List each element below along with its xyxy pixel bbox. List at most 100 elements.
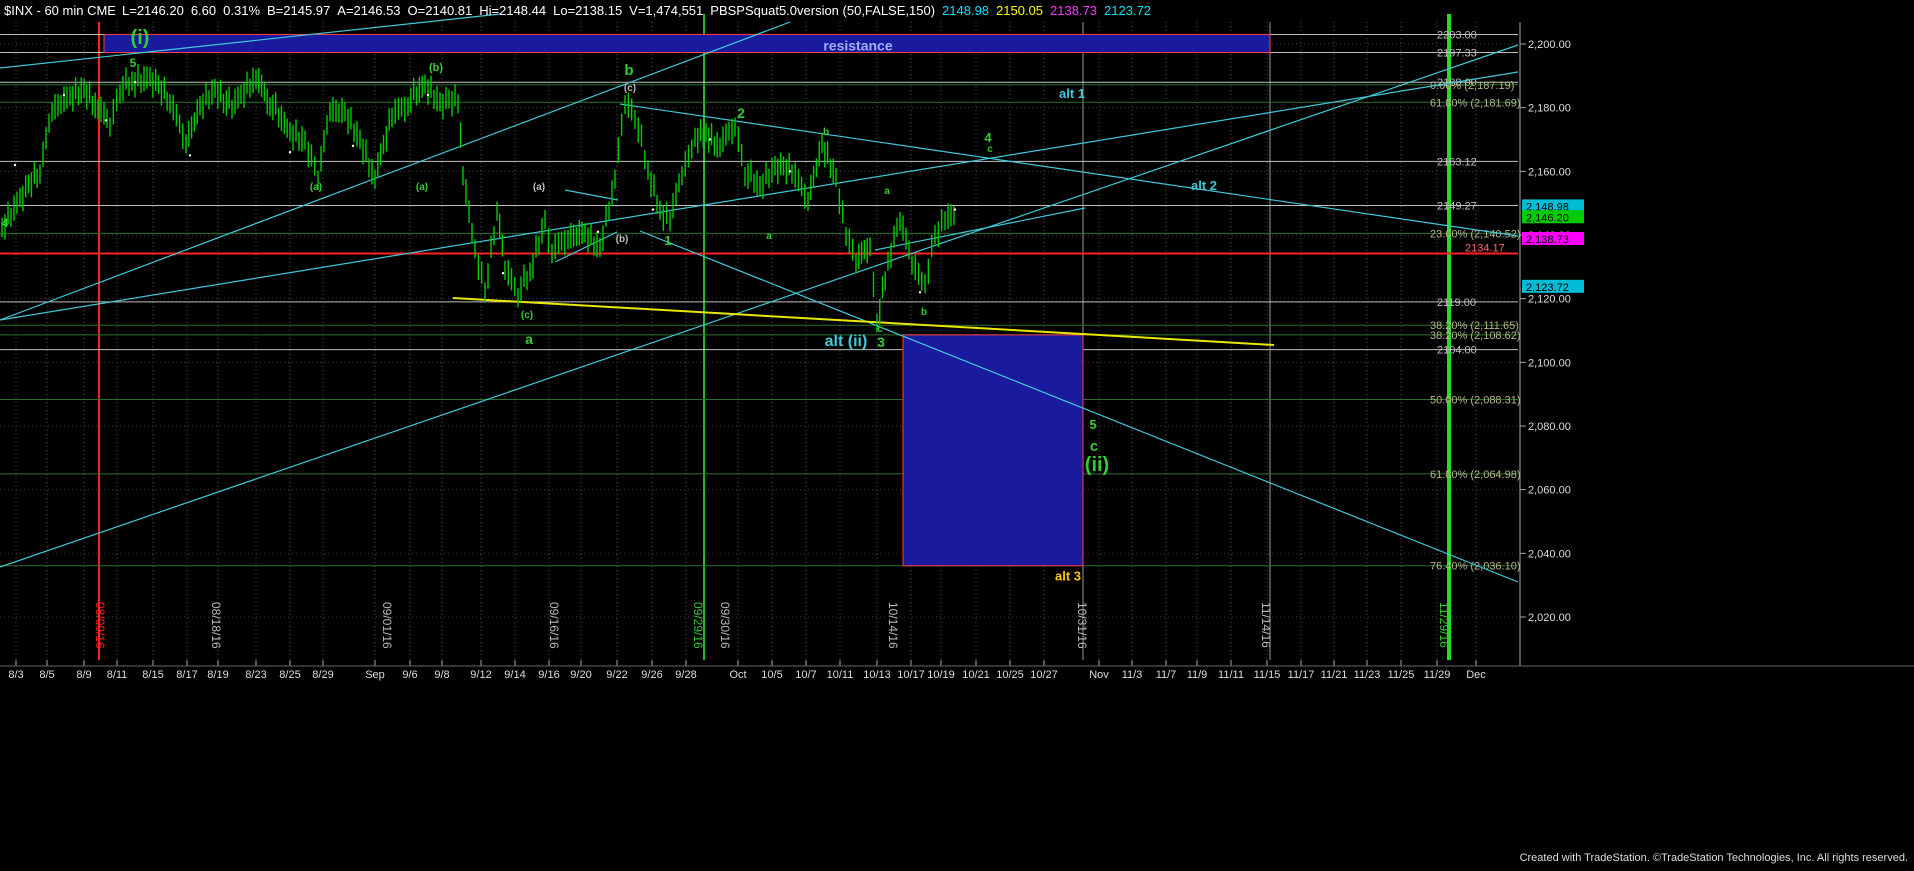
chart-window: 2203.00 2197.33 2188.00 2163.12 2149.27 2119.… xyxy=(0,0,1914,866)
x-tick-label: 11/11 xyxy=(1218,669,1244,681)
x-tick-label: 9/12 xyxy=(470,669,491,681)
quote-field: 2148.98 xyxy=(942,3,989,18)
wave-label: c xyxy=(1090,438,1098,455)
copyright-footer: Created with TradeStation. ©TradeStation… xyxy=(1520,852,1908,864)
x-tick-label: 8/11 xyxy=(107,669,128,681)
y-tick-label: 2,120.00 xyxy=(1528,294,1571,306)
bar-marker xyxy=(501,272,505,275)
quote-field: 0.31% xyxy=(223,3,260,18)
x-tick-label: 8/19 xyxy=(207,669,228,681)
quote-field: PBSPSquat5.0version (50,FALSE,150) xyxy=(710,3,935,18)
wave-label: b xyxy=(624,62,633,79)
wave-label: 5 xyxy=(1089,417,1096,432)
symbol-header: $INX - 60 min CME xyxy=(4,3,116,18)
wave-label: (a) xyxy=(416,182,428,193)
price-tag-label: 2,123.72 xyxy=(1526,282,1569,294)
bar-marker xyxy=(788,170,792,173)
quote-field: 6.60 xyxy=(191,3,216,18)
fib-level-label: 76.40% (2,036.10) xyxy=(1430,561,1521,573)
x-tick-label: 10/13 xyxy=(863,669,891,681)
x-tick-label: 9/28 xyxy=(675,669,696,681)
wave-label: 3 xyxy=(877,334,885,350)
quote-field: A=2146.53 xyxy=(337,3,400,18)
bar-marker xyxy=(288,151,292,154)
target-zone-label: alt 3 xyxy=(1055,569,1081,584)
wave-label: (a) xyxy=(533,182,545,193)
bar-marker xyxy=(426,93,430,97)
x-tick-label: 11/3 xyxy=(1122,669,1143,681)
x-tick-label: 11/17 xyxy=(1288,669,1315,681)
vertical-date-label: 09/01/16 xyxy=(380,602,394,649)
vertical-date-label: 11/14/16 xyxy=(1259,602,1273,648)
vertical-date-label: 10/31/16 xyxy=(1075,602,1089,649)
price-tag-label: 2,146.20 xyxy=(1526,212,1569,224)
resistance-zone xyxy=(103,33,1271,53)
quote-field: 2150.05 xyxy=(996,3,1043,18)
x-tick-label: 9/8 xyxy=(434,669,449,681)
bar-marker xyxy=(918,291,922,294)
vertical-date-label: 09/29/16 xyxy=(691,602,705,649)
x-tick-label: 11/23 xyxy=(1354,669,1381,681)
x-tick-label: 9/6 xyxy=(402,669,417,681)
fib-level-label: 0.00% (2,187.19) xyxy=(1430,80,1514,92)
wave-label: (c) xyxy=(521,310,533,321)
price-chart: 2203.002197.332188.002163.122149.272119.… xyxy=(0,0,1914,866)
x-tick-label: 11/9 xyxy=(1187,669,1208,681)
wave-label: 4 xyxy=(2,216,9,230)
x-tick-label: 9/16 xyxy=(538,669,559,681)
vertical-date-label: 09/16/16 xyxy=(547,602,561,649)
x-tick-label: 10/7 xyxy=(795,669,816,681)
bar-marker xyxy=(13,163,17,167)
wave-label: alt 1 xyxy=(1059,86,1085,101)
bar-marker xyxy=(596,230,600,234)
x-tick-label: 10/11 xyxy=(827,669,854,681)
quote-field: B=2145.97 xyxy=(267,3,330,18)
x-tick-label: 8/15 xyxy=(142,669,163,681)
fib-level-label: 61.80% (2,181.69) xyxy=(1430,97,1521,109)
wave-label: b xyxy=(823,127,829,138)
wave-label: a xyxy=(884,186,890,197)
x-tick-label: 9/14 xyxy=(504,669,525,681)
x-tick-label: 8/5 xyxy=(39,669,54,681)
price-tag-label: 2,138.73 xyxy=(1526,234,1569,246)
x-tick-label: 11/15 xyxy=(1254,669,1281,681)
quote-field: 2138.73 xyxy=(1050,3,1097,18)
y-tick-label: 2,180.00 xyxy=(1528,103,1571,115)
x-tick-label: 11/21 xyxy=(1321,669,1348,681)
wave-label: a xyxy=(766,231,772,242)
bar-marker xyxy=(351,144,355,148)
vertical-date-label: 10/14/16 xyxy=(886,602,900,649)
x-tick-label: 9/20 xyxy=(570,669,591,681)
wave-label: (b) xyxy=(616,234,629,245)
x-tick-label: 11/7 xyxy=(1156,669,1177,681)
wave-label: c xyxy=(987,144,993,155)
wave-label: 4 xyxy=(984,130,992,145)
x-tick-label: 8/23 xyxy=(245,669,266,681)
x-tick-label: 8/9 xyxy=(76,669,91,681)
x-tick-label: 9/26 xyxy=(641,669,662,681)
fib-level-label: 61.80% (2,064.98) xyxy=(1430,469,1521,481)
x-tick-label: 11/29 xyxy=(1424,669,1451,681)
y-tick-label: 2,060.00 xyxy=(1528,485,1571,497)
vertical-date-label: 09/30/16 xyxy=(718,602,732,649)
wave-label: alt (ii) xyxy=(825,333,868,350)
price-level-label: 2203.00 xyxy=(1437,29,1477,41)
x-tick-label: 11/25 xyxy=(1388,669,1415,681)
bar-marker xyxy=(188,154,192,157)
bar-marker xyxy=(708,138,712,141)
price-level-label: 2163.12 xyxy=(1437,156,1477,168)
x-tick-label: 10/5 xyxy=(761,669,782,681)
vertical-date-label: 08/09/16 xyxy=(93,602,107,649)
price-level-label: 2104.00 xyxy=(1437,345,1477,357)
price-level-label: 2197.33 xyxy=(1437,47,1477,59)
bar-marker xyxy=(953,208,957,211)
wave-label: b xyxy=(921,307,927,318)
y-tick-label: 2,080.00 xyxy=(1528,421,1571,433)
x-tick-label: 9/22 xyxy=(606,669,627,681)
wave-label: (c) xyxy=(624,83,636,94)
fib-level-label: 50.00% (2,088.31) xyxy=(1430,395,1521,407)
vertical-date-label: 11/29/16 xyxy=(1437,602,1451,648)
quote-field: 2123.72 xyxy=(1104,3,1151,18)
x-tick-label: Nov xyxy=(1089,669,1109,681)
y-tick-label: 2,040.00 xyxy=(1528,548,1571,560)
